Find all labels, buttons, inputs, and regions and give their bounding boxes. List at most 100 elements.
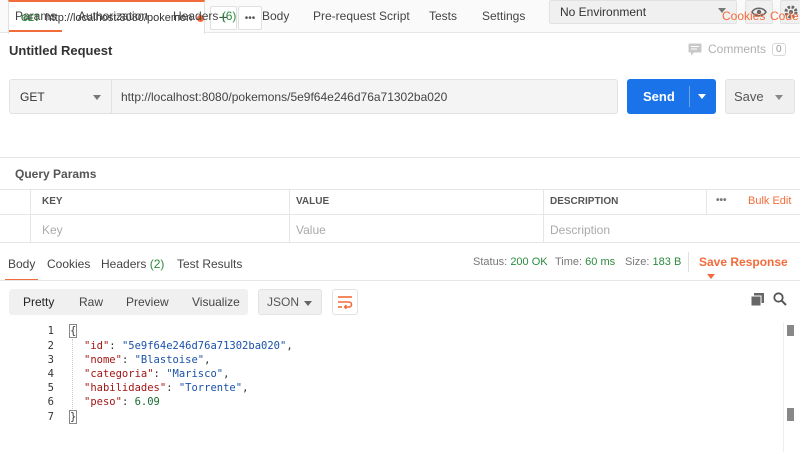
query-params-title: Query Params	[15, 167, 97, 181]
scroll-marker	[787, 325, 794, 336]
column-header-description: DESCRIPTION	[550, 196, 619, 207]
col-divider	[30, 189, 31, 243]
description-input[interactable]: Description	[550, 223, 610, 237]
tab-params-label: Params	[15, 9, 57, 23]
method-select[interactable]: GET	[9, 79, 112, 114]
cookies-link[interactable]: Cookies	[722, 9, 765, 23]
params-empty-row	[0, 215, 800, 243]
code-line: "peso": 6.09	[84, 396, 160, 408]
json-comma: ,	[223, 368, 230, 380]
col-divider	[706, 189, 707, 215]
copy-icon	[750, 293, 764, 307]
code-line: "categoria": "Marisco",	[84, 368, 230, 380]
response-tab-headers[interactable]: Headers (2)	[101, 257, 164, 271]
send-options-chevron-icon[interactable]	[698, 94, 706, 99]
size-label: Size:	[625, 256, 650, 268]
environment-select[interactable]: No Environment	[549, 0, 737, 24]
format-select[interactable]: JSON	[258, 289, 322, 315]
url-input[interactable]: http://localhost:8080/pokemons/5e9f64e24…	[111, 79, 618, 114]
request-title[interactable]: Untitled Request	[9, 43, 112, 58]
code-link-label: Code	[770, 9, 799, 23]
request-tabs	[0, 128, 800, 158]
line-number: 5	[47, 382, 54, 394]
send-divider	[689, 86, 690, 107]
tab-tests[interactable]: Tests	[429, 9, 457, 23]
url-value: http://localhost:8080/pokemons/5e9f64e24…	[121, 89, 448, 104]
col-divider	[543, 189, 544, 243]
indent-guide	[72, 339, 73, 409]
json-comma: ,	[204, 354, 211, 366]
tab-settings-label: Settings	[482, 9, 526, 23]
code-link[interactable]: Code	[770, 9, 799, 23]
params-header-row	[0, 189, 800, 215]
response-tab-cookies-label: Cookies	[47, 257, 91, 271]
tab-options-button[interactable]: •••	[238, 6, 262, 30]
save-options-chevron-icon[interactable]	[775, 95, 783, 100]
json-value: 6.09	[134, 396, 160, 408]
tab-prerequest-script[interactable]: Pre-request Script	[313, 9, 410, 23]
json-comma: ,	[242, 382, 249, 394]
response-tab-body-label: Body	[8, 257, 36, 271]
json-close-brace: }	[68, 410, 78, 424]
wrap-lines-button[interactable]	[332, 289, 358, 315]
col-divider	[289, 189, 290, 243]
search-icon	[773, 292, 787, 306]
comments-button[interactable]: Comments 0	[688, 42, 786, 56]
column-header-key: KEY	[42, 196, 63, 207]
response-body-editor[interactable]: 1 2 3 4 5 6 7 { "id": "5e9f64e246d76a713…	[0, 322, 800, 452]
copy-button[interactable]	[750, 293, 764, 309]
tab-headers[interactable]: Headers (6)	[173, 9, 236, 23]
line-number: 2	[47, 340, 54, 352]
wrap-lines-icon	[338, 296, 353, 309]
json-key: "id"	[84, 340, 110, 352]
json-value: "Blastoise"	[134, 354, 205, 366]
tab-headers-count: (6)	[221, 9, 237, 23]
send-button[interactable]: Send	[627, 79, 716, 114]
line-number: 7	[47, 411, 54, 423]
tab-settings[interactable]: Settings	[482, 9, 525, 23]
search-button[interactable]	[773, 292, 787, 309]
comment-icon	[688, 43, 702, 55]
view-pretty-button[interactable]: Pretty	[23, 295, 54, 309]
save-response-label: Save Response	[699, 255, 788, 269]
bulk-edit-button[interactable]: Bulk Edit	[748, 195, 791, 207]
tab-headers-label: Headers	[173, 9, 219, 23]
editor-scrollbar[interactable]	[783, 322, 800, 452]
response-tab-test-results-label: Test Results	[177, 257, 243, 271]
json-value: "Marisco"	[166, 368, 224, 380]
response-tab-test-results[interactable]: Test Results	[177, 257, 242, 271]
code-line: "nome": "Blastoise",	[84, 354, 211, 366]
response-tab-cookies[interactable]: Cookies	[47, 257, 90, 271]
line-number: 6	[47, 396, 54, 408]
status-info[interactable]: Status: 200 OK	[473, 256, 548, 268]
format-value: JSON	[267, 295, 300, 309]
response-tab-body[interactable]: Body	[4, 257, 39, 281]
params-options-button[interactable]: •••	[716, 195, 727, 206]
view-mode-group: Pretty Raw Preview Visualize	[9, 289, 248, 315]
code-line: {	[68, 324, 78, 338]
tab-authorization[interactable]: Authorization	[78, 9, 148, 23]
chevron-down-icon	[304, 301, 312, 306]
tab-body-label: Body	[262, 9, 290, 23]
view-raw-button[interactable]: Raw	[79, 295, 103, 309]
json-key: "nome"	[84, 354, 122, 366]
save-button[interactable]: Save	[725, 79, 795, 114]
line-number: 3	[47, 354, 54, 366]
value-input[interactable]: Value	[296, 223, 326, 237]
response-tab-headers-label: Headers	[101, 257, 147, 271]
chevron-down-icon	[93, 95, 101, 100]
view-visualize-button[interactable]: Visualize	[192, 295, 240, 309]
view-preview-button[interactable]: Preview	[126, 295, 169, 309]
tab-authorization-label: Authorization	[78, 9, 149, 23]
tab-body[interactable]: Body	[262, 9, 289, 23]
json-comma: ,	[286, 340, 293, 352]
send-label: Send	[643, 89, 675, 104]
key-input[interactable]: Key	[42, 223, 63, 237]
params-table: KEY VALUE DESCRIPTION ••• Bulk Edit Key …	[0, 189, 800, 243]
size-info[interactable]: Size: 183 B	[625, 256, 681, 268]
tab-params[interactable]: Params	[8, 9, 63, 32]
save-response-button[interactable]: Save Response	[699, 255, 800, 283]
time-info[interactable]: Time: 60 ms	[555, 256, 615, 268]
cookies-link-label: Cookies	[722, 9, 766, 23]
json-value: "5e9f64e246d76a71302ba020"	[121, 340, 287, 352]
